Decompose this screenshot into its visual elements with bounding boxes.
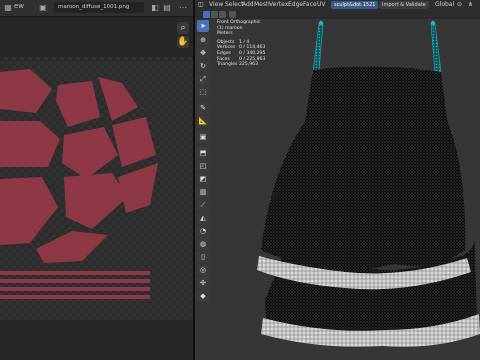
image-filename: maroon_diffuse_1001.png [58,4,130,10]
3d-viewport[interactable]: ◫ View Select Add Mesh Vertex Edge Face … [195,0,480,360]
image-editor-header: ▦ ew ▣ maroon_diffuse_1001.png ◧ ▤ ⋯ [0,0,193,17]
new-image-icon[interactable]: ◧ [150,3,160,13]
left-strap [312,23,324,73]
right-strap-anchor [430,20,436,26]
open-image-icon[interactable]: ▤ [162,3,172,13]
dress-body [261,66,466,270]
left-strap-anchor [318,20,324,26]
header-menu-label[interactable]: ew [14,2,24,10]
uv-strips [0,271,150,299]
zoom-icon[interactable]: ⌕ [177,22,189,34]
image-editor-area[interactable]: ▦ ew ▣ maroon_diffuse_1001.png ◧ ▤ ⋯ ⌕ ✋ [0,0,193,360]
uv-canvas[interactable]: ⌕ ✋ [0,17,193,360]
pan-hand-icon[interactable]: ✋ [177,36,189,48]
editor-menu-icon[interactable]: ⋯ [178,3,188,13]
uv-islands [0,69,158,263]
editor-type-icon[interactable]: ▦ [3,3,13,13]
dress-mesh[interactable] [195,0,480,360]
image-browse-icon[interactable]: ▣ [38,3,48,13]
right-strap [430,23,442,73]
uv-texture-pattern [0,69,158,299]
